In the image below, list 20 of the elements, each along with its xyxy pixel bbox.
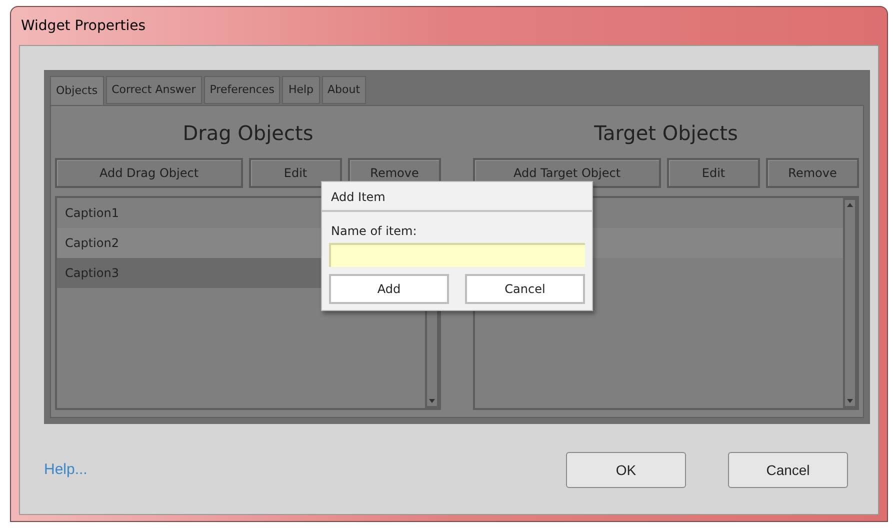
dialog-title: Add Item xyxy=(322,182,592,212)
panel-button[interactable]: Edit xyxy=(667,158,760,188)
tab[interactable]: Help xyxy=(282,76,320,104)
tab[interactable]: About xyxy=(322,76,366,104)
window-title: Widget Properties xyxy=(20,17,147,36)
panel-button[interactable]: Remove xyxy=(766,158,859,188)
tab[interactable]: Objects xyxy=(50,76,104,106)
scrollbar[interactable] xyxy=(843,198,857,408)
dialog-footer-button[interactable]: OK xyxy=(566,452,686,488)
panel-button[interactable]: Edit xyxy=(249,158,342,188)
dialog-footer-button[interactable]: Cancel xyxy=(728,452,848,488)
help-link[interactable]: Help... xyxy=(44,458,88,482)
panel-button[interactable]: Add Drag Object xyxy=(55,158,243,188)
tab[interactable]: Correct Answer xyxy=(106,76,202,104)
name-field[interactable] xyxy=(329,243,585,267)
dialog-button[interactable]: Add xyxy=(329,274,449,304)
section-heading: Drag Objects xyxy=(182,120,314,147)
dialog-button[interactable]: Cancel xyxy=(465,274,585,304)
section-heading: Target Objects xyxy=(594,120,738,147)
tab[interactable]: Preferences xyxy=(204,76,280,104)
